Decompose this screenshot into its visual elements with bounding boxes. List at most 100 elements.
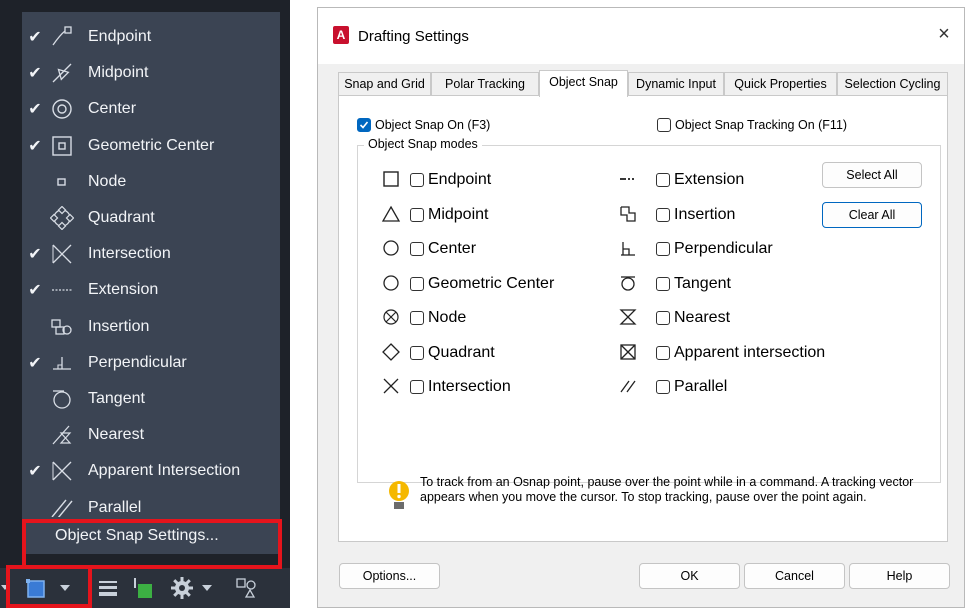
checkmark-icon: ✔ — [28, 137, 42, 155]
geometric-center-checkbox[interactable]: Geometric Center — [410, 275, 554, 293]
midpoint-icon — [50, 61, 74, 85]
insertion-icon — [50, 315, 74, 339]
clear-all-button[interactable]: Clear All — [822, 202, 922, 228]
status-bar — [0, 568, 290, 608]
checkmark-icon: ✔ — [28, 101, 42, 119]
snap-menu-item-geometric-center[interactable]: ✔ Geometric Center — [22, 128, 280, 164]
snap-menu-item-label: Endpoint — [88, 28, 152, 45]
intersection-checkbox[interactable]: Intersection — [410, 378, 511, 396]
perpendicular-label: Perpendicular — [674, 240, 773, 257]
drafting-settings-dialog: A Drafting Settings × Snap and Grid Polar… — [317, 7, 965, 608]
select-all-button[interactable]: Select All — [822, 162, 922, 188]
parallel-icon — [50, 496, 74, 520]
insertion-mode-icon — [618, 204, 638, 224]
center-icon — [50, 97, 74, 121]
lineweight-button[interactable] — [94, 574, 122, 602]
annotation-scale-button[interactable] — [232, 574, 260, 602]
snap-menu-item-quadrant[interactable]: Quadrant — [22, 200, 280, 236]
checkbox-icon — [656, 242, 670, 256]
snap-menu-item-extension[interactable]: ✔ Extension — [22, 272, 280, 308]
snap-menu-item-label: Intersection — [88, 245, 171, 263]
extension-label: Extension — [674, 171, 745, 188]
dropdown-arrow-icon[interactable] — [0, 574, 10, 602]
close-icon[interactable]: × — [934, 24, 954, 44]
midpoint-mode-icon — [381, 204, 401, 224]
snap-menu-item-intersection[interactable]: ✔ Intersection — [22, 236, 280, 272]
object-snap-tracking-checkbox[interactable]: Object Snap Tracking On (F11) — [657, 118, 847, 132]
snap-menu-item-insertion[interactable]: Insertion — [22, 309, 280, 345]
checkbox-icon — [410, 242, 424, 256]
options-button[interactable]: Options... — [339, 563, 440, 589]
tab-selection-cycling[interactable]: Selection Cycling — [837, 72, 948, 95]
parallel-label: Parallel — [674, 378, 728, 395]
object-snap-on-label: Object Snap On (F3) — [375, 118, 491, 132]
snap-menu-item-label: Parallel — [88, 498, 142, 516]
ok-button[interactable]: OK — [639, 563, 740, 589]
quadrant-label: Quadrant — [428, 343, 495, 361]
perpendicular-checkbox[interactable]: Perpendicular — [656, 240, 773, 258]
quadrant-checkbox[interactable]: Quadrant — [410, 344, 495, 362]
cancel-button[interactable]: Cancel — [744, 563, 845, 589]
snap-menu-item-node[interactable]: Node — [22, 164, 280, 200]
insertion-checkbox[interactable]: Insertion — [656, 206, 735, 224]
snap-menu-item-label: Perpendicular — [88, 353, 187, 371]
snap-menu-item-perpendicular[interactable]: ✔ Perpendicular — [22, 345, 280, 381]
object-snap-dropdown-arrow-icon[interactable] — [58, 574, 72, 602]
checkbox-icon — [410, 207, 424, 222]
perpendicular-icon — [50, 351, 74, 375]
endpoint-checkbox[interactable]: Endpoint — [410, 171, 491, 189]
tab-object-snap[interactable]: Object Snap — [539, 70, 628, 97]
tangent-checkbox[interactable]: Tangent — [656, 275, 731, 293]
tangent-icon — [50, 387, 74, 411]
snap-menu-item-endpoint[interactable]: ✔ Endpoint — [22, 19, 280, 55]
quadrant-icon — [50, 206, 74, 230]
node-mode-icon — [381, 307, 401, 327]
intersection-label: Intersection — [428, 378, 511, 395]
endpoint-icon — [50, 25, 74, 49]
center-checkbox[interactable]: Center — [410, 240, 476, 258]
snap-menu-item-center[interactable]: ✔ Center — [22, 91, 280, 127]
object-snap-on-checkbox[interactable]: Object Snap On (F3) — [357, 118, 490, 132]
help-button[interactable]: Help — [849, 563, 950, 589]
extension-checkbox[interactable]: Extension — [656, 171, 744, 189]
snap-menu-item-midpoint[interactable]: ✔ Midpoint — [22, 55, 280, 91]
lightbulb-icon — [388, 480, 410, 514]
tab-polar-tracking[interactable]: Polar Tracking — [431, 72, 539, 95]
checkbox-icon — [410, 380, 424, 394]
checkbox-icon — [656, 345, 670, 360]
node-label: Node — [428, 309, 467, 326]
snap-menu-item-apparent-intersection[interactable]: ✔ Apparent Intersection — [22, 453, 280, 489]
geometric-center-mode-icon — [381, 273, 401, 293]
workspace-settings-button[interactable] — [168, 574, 196, 602]
apparent-intersection-icon — [50, 459, 74, 483]
intersection-mode-icon — [381, 376, 401, 396]
nearest-icon — [50, 423, 74, 447]
object-snap-toggle-button[interactable] — [22, 574, 50, 602]
checkbox-icon — [656, 207, 670, 222]
object-snap-settings-menu-item[interactable]: Object Snap Settings... — [22, 517, 280, 554]
object-snap-tab-panel: Object Snap On (F3) Object Snap Tracking… — [338, 95, 948, 542]
apparent-intersection-checkbox[interactable]: Apparent intersection — [656, 344, 825, 362]
tangent-mode-icon — [618, 273, 638, 293]
tab-dynamic-input[interactable]: Dynamic Input — [628, 72, 724, 95]
nearest-checkbox[interactable]: Nearest — [656, 309, 730, 327]
object-snap-tracking-label: Object Snap Tracking On (F11) — [675, 118, 848, 132]
settings-dropdown-arrow-icon[interactable] — [200, 574, 214, 602]
checkbox-icon — [410, 173, 424, 187]
perpendicular-mode-icon — [618, 238, 638, 258]
midpoint-checkbox[interactable]: Midpoint — [410, 206, 488, 224]
snap-menu-item-tangent[interactable]: Tangent — [22, 381, 280, 417]
title-bar: A Drafting Settings × — [318, 8, 964, 64]
checkbox-icon — [410, 276, 424, 291]
geometric-center-label: Geometric Center — [428, 274, 555, 292]
snap-menu-item-label: Midpoint — [88, 64, 149, 82]
snap-menu-item-nearest[interactable]: Nearest — [22, 417, 280, 453]
tab-snap-and-grid[interactable]: Snap and Grid — [338, 72, 431, 95]
transparency-button[interactable] — [128, 574, 156, 602]
node-checkbox[interactable]: Node — [410, 309, 466, 327]
geometric-center-icon — [50, 134, 74, 158]
checkmark-icon: ✔ — [28, 29, 42, 46]
object-snap-icon — [26, 579, 45, 598]
parallel-checkbox[interactable]: Parallel — [656, 378, 727, 396]
tab-quick-properties[interactable]: Quick Properties — [724, 72, 837, 95]
